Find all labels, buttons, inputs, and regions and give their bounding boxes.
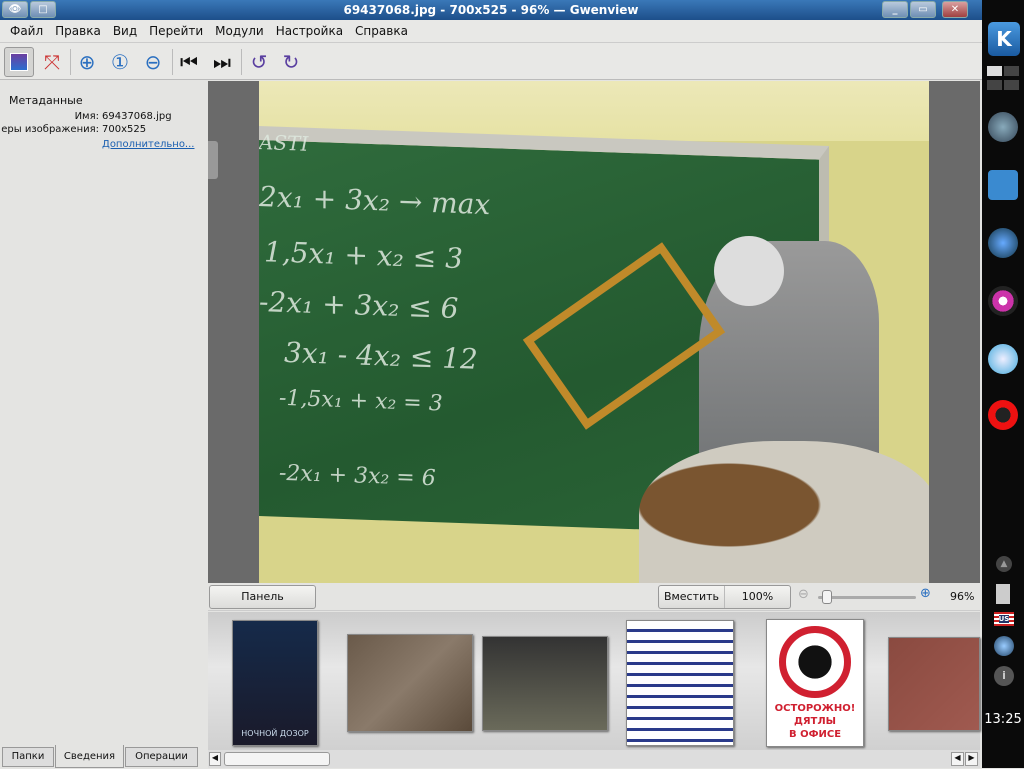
media-player-icon[interactable] bbox=[994, 636, 1014, 656]
previous-icon[interactable]: ⏮ bbox=[174, 47, 204, 77]
menu-settings[interactable]: Настройка bbox=[270, 20, 349, 42]
poster-text: НОЧНОЙ ДОЗОР bbox=[241, 729, 309, 738]
student bbox=[639, 441, 929, 583]
scroll-left-arrow[interactable]: ◀ bbox=[951, 752, 964, 766]
chalk-text: -1,5x₁ + x₂ = 3 bbox=[279, 385, 443, 417]
menu-view[interactable]: Вид bbox=[107, 20, 143, 42]
chalk-text: -2x₁ + 3x₂ ≤ 6 bbox=[259, 285, 459, 326]
zoom-slider-handle[interactable] bbox=[821, 590, 832, 604]
thumbnail-scrollbar[interactable]: ◀ ◀ ▶ bbox=[208, 750, 980, 768]
zoom-out-icon[interactable]: ⊖ bbox=[138, 47, 168, 77]
keyboard-layout-icon[interactable]: US bbox=[994, 612, 1014, 626]
zoom-value: 96% bbox=[950, 590, 975, 603]
close-button[interactable]: ✕ bbox=[942, 1, 968, 18]
menu-help[interactable]: Справка bbox=[349, 20, 414, 42]
chalk-text: -2x₁ + 3x₂ = 6 bbox=[279, 460, 436, 492]
image-view[interactable]: ASTI 2x₁ + 3x₂ → max 1,5x₁ + x₂ ≤ 3 -2x₁… bbox=[208, 81, 980, 583]
scroll-thumb[interactable] bbox=[224, 752, 330, 766]
thumbnail-harddrive[interactable] bbox=[482, 636, 608, 731]
clock[interactable]: 13:25 bbox=[982, 712, 1024, 727]
zoom-slider[interactable] bbox=[818, 590, 916, 604]
more-link[interactable]: Дополнительно... bbox=[102, 139, 194, 150]
chalk-text: 1,5x₁ + x₂ ≤ 3 bbox=[264, 235, 463, 276]
pager-desktop-4[interactable] bbox=[1004, 80, 1019, 90]
window-title: 69437068.jpg - 700x525 - 96% — Gwenview bbox=[343, 3, 639, 17]
rotate-left-icon[interactable]: ↺ bbox=[244, 47, 274, 77]
browse-mode-icon[interactable] bbox=[4, 47, 34, 77]
fit-button[interactable]: Вместить bbox=[659, 586, 725, 608]
browser-icon[interactable] bbox=[988, 228, 1018, 258]
prohibition-icon bbox=[779, 626, 851, 698]
info-icon[interactable]: i bbox=[994, 666, 1014, 686]
pager-desktop-3[interactable] bbox=[987, 80, 1002, 90]
maximize-button[interactable]: ▭ bbox=[910, 1, 936, 18]
sidebar-toggle-handle[interactable] bbox=[208, 141, 218, 179]
menu-plugins[interactable]: Модули bbox=[209, 20, 270, 42]
teacher-head bbox=[714, 236, 784, 306]
sign-text: ДЯТЛЫ bbox=[793, 716, 837, 727]
keyboard-layout-label: US bbox=[998, 615, 1010, 623]
opera-icon[interactable] bbox=[988, 400, 1018, 430]
status-bar: Панель миниатюр Вместить 100% ⊖ ⊕ 96% bbox=[208, 583, 980, 625]
sign-text: В ОФИСЕ bbox=[788, 729, 842, 740]
menu-edit[interactable]: Правка bbox=[49, 20, 107, 42]
konqueror-icon[interactable] bbox=[988, 112, 1018, 142]
menu-file[interactable]: Файл bbox=[4, 20, 49, 42]
menu-bar: Файл Правка Вид Перейти Модули Настройка… bbox=[0, 20, 982, 43]
clipboard-icon[interactable] bbox=[996, 584, 1010, 604]
file-manager-icon[interactable] bbox=[988, 170, 1018, 200]
kde-menu-icon[interactable]: K bbox=[988, 22, 1020, 56]
metadata-heading: Метаданные bbox=[9, 94, 83, 107]
chalk-text: 3x₁ - 4x₂ ≤ 12 bbox=[284, 335, 478, 376]
thumbnail-poster[interactable]: НОЧНОЙ ДОЗОР bbox=[232, 620, 318, 746]
next-icon[interactable]: ⏭ bbox=[207, 47, 237, 77]
gwenview-icon[interactable] bbox=[988, 286, 1018, 316]
chalk-text: 2x₁ + 3x₂ → max bbox=[259, 180, 491, 222]
thumbnail-price-list[interactable] bbox=[626, 620, 734, 746]
kde-panel: K ▲ US i 13:25 bbox=[982, 0, 1024, 768]
title-bar: 👁 □ 69437068.jpg - 700x525 - 96% — Gwenv… bbox=[0, 0, 982, 20]
tab-operations[interactable]: Операции bbox=[125, 747, 198, 767]
sign-text: ОСТОРОЖНО! bbox=[774, 703, 856, 714]
tray-expand-icon[interactable]: ▲ bbox=[996, 556, 1012, 572]
sticky-button[interactable]: □ bbox=[30, 1, 56, 18]
tab-info[interactable]: Сведения bbox=[55, 745, 124, 768]
thumbnail-bar[interactable]: НОЧНОЙ ДОЗОР ОСТОРОЖНО! ДЯТЛЫ В ОФИСЕ bbox=[208, 612, 980, 750]
scroll-right-arrow[interactable]: ▶ bbox=[965, 752, 978, 766]
zoom-actual-icon[interactable]: ① bbox=[105, 47, 135, 77]
zoom-in-small-icon[interactable]: ⊕ bbox=[920, 586, 931, 601]
sidebar: Метаданные Имя: 69437068.jpg еры изображ… bbox=[0, 81, 207, 745]
minimize-button[interactable]: _ bbox=[882, 1, 908, 18]
thumbnail-sign[interactable]: ОСТОРОЖНО! ДЯТЛЫ В ОФИСЕ bbox=[766, 619, 864, 747]
scroll-left-button[interactable]: ◀ bbox=[209, 752, 221, 766]
app-menu-icon[interactable]: 👁 bbox=[2, 1, 28, 18]
menu-go[interactable]: Перейти bbox=[143, 20, 209, 42]
sidebar-tabs: Папки Сведения Операции bbox=[0, 745, 207, 768]
fullscreen-icon[interactable]: ⤧ bbox=[37, 47, 67, 77]
toolbar: ⤧ ⊕ ① ⊖ ⏮ ⏭ ↺ ↻ bbox=[0, 43, 982, 80]
tab-folders[interactable]: Папки bbox=[2, 747, 54, 767]
chat-icon[interactable] bbox=[988, 344, 1018, 374]
pager-desktop-2[interactable] bbox=[1004, 66, 1019, 76]
pager-desktop-1[interactable] bbox=[987, 66, 1002, 76]
thumbnail-panel-button[interactable]: Панель миниатюр bbox=[209, 585, 316, 625]
zoom-out-small-icon[interactable]: ⊖ bbox=[798, 587, 809, 602]
thumbnail-hammer[interactable] bbox=[347, 634, 473, 732]
zoom-100-button[interactable]: 100% bbox=[725, 586, 790, 608]
name-label: Имя: bbox=[74, 111, 99, 122]
size-label: еры изображения: bbox=[1, 124, 99, 135]
zoom-in-icon[interactable]: ⊕ bbox=[72, 47, 102, 77]
name-value: 69437068.jpg bbox=[102, 111, 172, 122]
rotate-right-icon[interactable]: ↻ bbox=[276, 47, 306, 77]
size-value: 700x525 bbox=[102, 124, 147, 135]
chalk-text: ASTI bbox=[259, 130, 309, 156]
photo: ASTI 2x₁ + 3x₂ → max 1,5x₁ + x₂ ≤ 3 -2x₁… bbox=[259, 81, 929, 583]
thumbnail-mousetrap[interactable] bbox=[888, 637, 980, 731]
